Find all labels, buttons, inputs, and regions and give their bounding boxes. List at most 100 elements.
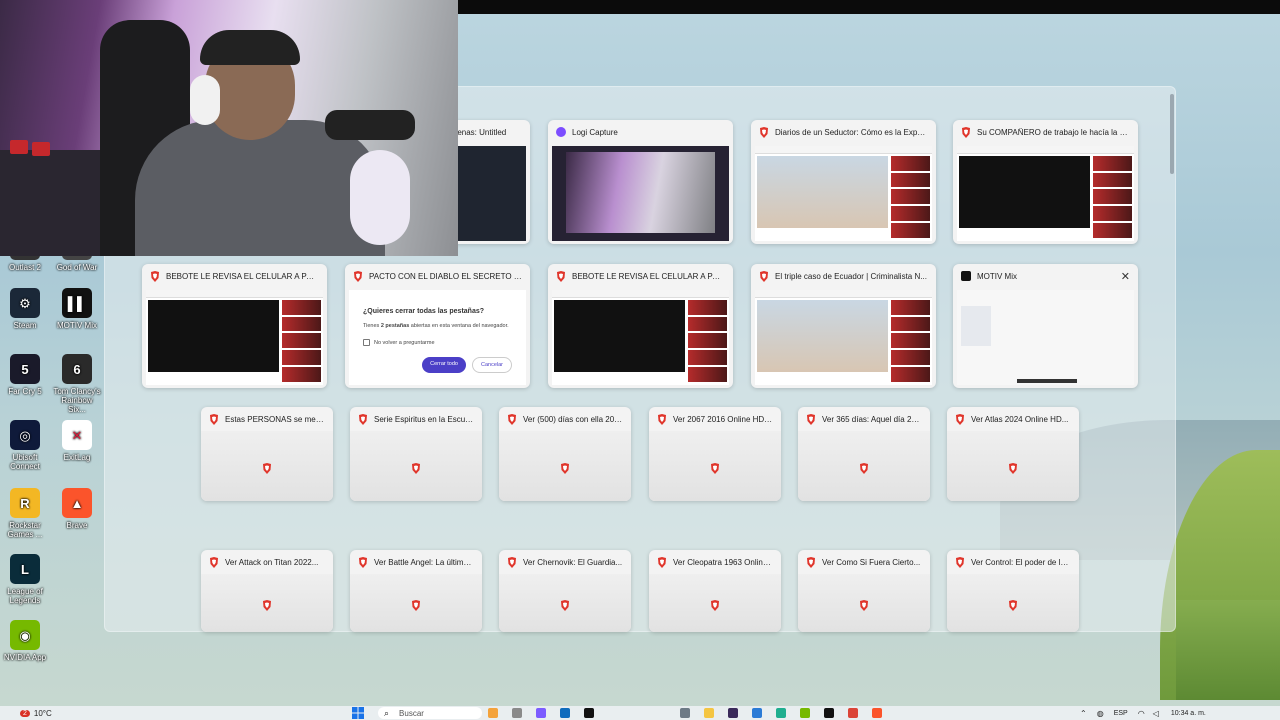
window-title: Ver 365 días: Aquel día 20... (822, 414, 922, 424)
task-view-window[interactable]: Ver Attack on Titan 2022... (201, 550, 333, 632)
obs-icon[interactable] (728, 708, 738, 718)
task-view-window[interactable]: BEBOTE LE REVISA EL CELULAR A PAREJA... (548, 264, 733, 388)
shortcut-label: MOTIV Mix (57, 321, 97, 330)
search-placeholder: Buscar (399, 708, 424, 718)
task-view-window[interactable]: BEBOTE LE REVISA EL CELULAR A PAREJA... (142, 264, 327, 388)
streamer-cap (200, 30, 300, 65)
desktop-shortcut[interactable]: 6 Tom Clancy's Rainbow Six... (52, 354, 102, 414)
brave-icon (710, 461, 720, 474)
file-explorer-icon[interactable] (704, 708, 714, 718)
task-view-window[interactable]: Ver Battle Angel: La última... (350, 550, 482, 632)
related-video-thumb (891, 189, 930, 205)
app-icon: ◉ (10, 620, 40, 650)
task-view-window[interactable]: Su COMPAÑERO de trabajo le hacía la S... (953, 120, 1138, 244)
checkbox-box[interactable] (363, 339, 370, 346)
desktop-shortcut[interactable]: ▲ Brave (52, 488, 102, 530)
shortcut-label: Brave (66, 521, 88, 530)
language-indicator[interactable]: ESP (1114, 710, 1128, 717)
task-view-window[interactable]: Serie Espiritus en la Escuel... (350, 407, 482, 501)
chrome-icon[interactable] (848, 708, 858, 718)
brave-icon (262, 461, 272, 474)
network-icon[interactable]: ◍ (1097, 709, 1104, 718)
task-view-window[interactable]: Ver 2067 2016 Online HD -... (649, 407, 781, 501)
taskbar-search[interactable]: ⌕ Buscar (378, 707, 482, 719)
task-view-window[interactable]: Ver (500) días con ella 200... (499, 407, 631, 501)
window-title: PACTO CON EL DIABLO EL SECRETO DE L... (369, 271, 522, 281)
tiktok-icon[interactable] (584, 708, 594, 718)
copilot-icon[interactable] (536, 708, 546, 718)
dialog-message: Tienes 2 pestañas abiertas en esta venta… (363, 323, 512, 329)
edge-icon[interactable] (776, 708, 786, 718)
wifi-icon[interactable]: ◠ (1138, 709, 1145, 718)
task-view-scrollbar[interactable] (1170, 94, 1174, 174)
start-button[interactable] (352, 707, 364, 719)
desktop-shortcut[interactable]: ◉ NVIDIA App (0, 620, 50, 662)
video-thumbnail (554, 300, 685, 373)
shortcut-label: League of Legends (7, 587, 43, 605)
task-view-window[interactable]: Diarios de un Seductor: Cómo es la Exper… (751, 120, 936, 244)
dialog-message-bold: 2 pestañas (380, 323, 410, 329)
clock[interactable]: 10:34 a. m. (1171, 710, 1206, 717)
nvidia-icon[interactable] (800, 708, 810, 718)
related-video-thumb (1093, 222, 1132, 238)
desktop-shortcut[interactable]: 5 Far Cry 5 (0, 354, 50, 396)
close-icon[interactable]: ✕ (1121, 270, 1130, 283)
window-preview-blank (798, 431, 930, 501)
brave-icon (353, 270, 363, 282)
store-icon[interactable] (752, 708, 762, 718)
weather-widget[interactable]: 2 10°C (20, 707, 52, 719)
task-view-window[interactable]: Ver Control: El poder de la... (947, 550, 1079, 632)
related-video-thumb (282, 316, 321, 332)
task-view-window[interactable]: Ver Como Si Fuera Cierto... (798, 550, 930, 632)
task-view-window[interactable]: Ver Chernovik: El Guardia... (499, 550, 631, 632)
settings-icon[interactable] (680, 708, 690, 718)
window-preview-blank (798, 574, 930, 632)
brave-taskbar-icon[interactable] (872, 708, 882, 718)
desktop-shortcut[interactable]: ◎ Ubisoft Connect (0, 420, 50, 471)
task-view-window[interactable]: Ver Atlas 2024 Online HD... (947, 407, 1079, 501)
top-black-strip (458, 0, 1280, 14)
related-video-thumb (1093, 189, 1132, 205)
desktop-shortcut[interactable]: ▌▌ MOTIV Mix (52, 288, 102, 330)
task-view-window[interactable]: Ver 365 días: Aquel día 20... (798, 407, 930, 501)
app-icon: 5 (10, 354, 40, 384)
taskbar-apps (488, 707, 594, 719)
desktop-shortcut[interactable]: ✕ ExitLag (52, 420, 102, 462)
browser-header (755, 146, 932, 154)
task-view-icon[interactable] (512, 708, 522, 718)
window-title: Ver Chernovik: El Guardia... (523, 557, 623, 567)
cancel-button[interactable]: Cancelar (471, 357, 512, 373)
task-view-window[interactable]: PACTO CON EL DIABLO EL SECRETO DE L... ¿Q… (345, 264, 530, 388)
checkbox-label: No volver a preguntarme (374, 339, 435, 346)
task-view-window[interactable]: MOTIV Mix ✕ (953, 264, 1138, 388)
app-sidebar (961, 306, 991, 346)
task-view-window[interactable]: El triple caso de Ecuador | Criminalista… (751, 264, 936, 388)
dont-ask-checkbox[interactable]: No volver a preguntarme (363, 339, 512, 346)
outlook-icon[interactable] (560, 708, 570, 718)
desktop-shortcut[interactable]: ⚙ Steam (0, 288, 50, 330)
window-title-bar: Serie Espiritus en la Escuel... (350, 407, 482, 431)
window-preview (957, 290, 1134, 385)
volume-icon[interactable]: ◁ (1153, 709, 1159, 718)
brave-icon (961, 126, 971, 138)
desktop-shortcut[interactable]: R Rockstar Games ... (0, 488, 50, 539)
window-title: Su COMPAÑERO de trabajo le hacía la S... (977, 127, 1130, 137)
dialog-message-suffix: abiertas en esta ventana del navegador. (409, 323, 509, 329)
related-videos (282, 300, 321, 382)
related-video-thumb (688, 333, 727, 349)
brave-icon (1008, 461, 1018, 474)
window-preview (755, 146, 932, 241)
motiv-mix-icon[interactable] (824, 708, 834, 718)
related-video-thumb (891, 333, 930, 349)
desktop-shortcut[interactable]: L League of Legends (0, 554, 50, 605)
task-view-window[interactable]: Estas PERSONAS se metier... (201, 407, 333, 501)
close-all-button[interactable]: Cerrar todo (422, 357, 466, 373)
task-view-window[interactable]: Ver Cleopatra 1963 Online... (649, 550, 781, 632)
widgets-icon[interactable] (488, 708, 498, 718)
video-thumbnail (148, 300, 279, 373)
window-title: Serie Espiritus en la Escuel... (374, 414, 474, 424)
window-preview-blank (201, 431, 333, 501)
task-view-window[interactable]: Logi Capture (548, 120, 733, 244)
brave-icon (411, 461, 421, 474)
chevron-up-icon[interactable]: ⌃ (1080, 709, 1087, 718)
